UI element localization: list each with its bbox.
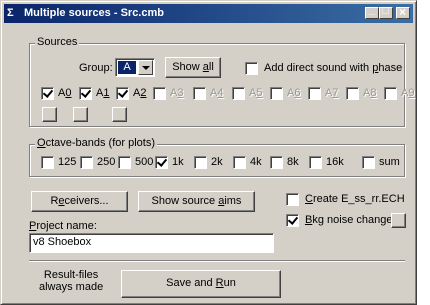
source-label-a6[interactable]: A6	[287, 87, 300, 99]
show-source-aims-button[interactable]: Show source aims	[138, 191, 255, 212]
minimize-button[interactable]: _	[365, 4, 379, 19]
group-select-value: A	[118, 61, 136, 74]
direct-sound-label[interactable]: Add direct sound with phase	[264, 62, 402, 74]
app-icon: Σ	[7, 7, 14, 19]
source-label-a8[interactable]: A8	[363, 87, 376, 99]
source-checkbox-a8[interactable]	[346, 87, 359, 100]
octave-band-checkbox-5[interactable]	[233, 156, 246, 169]
octave-band-label-1: 250	[97, 156, 116, 168]
maximize-button[interactable]: □	[379, 5, 393, 19]
result-note-line2: always made	[39, 281, 104, 293]
create-ech-label[interactable]: Create E_ss_rr.ECH	[305, 193, 405, 205]
group-label: Group:	[79, 62, 113, 74]
source-checkbox-a0[interactable]	[41, 87, 54, 100]
bkg-noise-checkbox[interactable]	[286, 214, 299, 227]
octave-band-checkbox-3[interactable]	[155, 156, 168, 169]
direct-sound-checkbox[interactable]	[245, 62, 258, 75]
close-button[interactable]: ×	[396, 5, 410, 19]
octave-band-label-7: 16k	[326, 156, 344, 168]
show-all-button[interactable]: Show all	[165, 57, 221, 78]
source-checkbox-a9[interactable]	[384, 87, 397, 100]
project-name-label: Project name:	[29, 220, 97, 232]
minimize-icon: _	[369, 4, 376, 16]
source-label-a9[interactable]: A9	[401, 87, 414, 99]
source-label-a7[interactable]: A7	[325, 87, 338, 99]
result-note-line1: Result-files	[43, 269, 99, 281]
sources-group-title: Sources	[35, 36, 80, 48]
bkg-noise-label[interactable]: Bkg noise change	[305, 214, 392, 226]
title-bar[interactable]: Σ Multiple sources - Src.cmb _ □ ×	[4, 4, 413, 23]
chevron-down-icon[interactable]	[138, 60, 153, 75]
source-label-a4[interactable]: A4	[210, 87, 223, 99]
source-label-a2[interactable]: A2	[133, 87, 146, 99]
show-all-label-post: ll	[208, 61, 214, 73]
window-title: Multiple sources - Src.cmb	[24, 7, 164, 19]
octave-band-checkbox-2[interactable]	[118, 156, 131, 169]
octave-band-label-0: 125	[58, 156, 77, 168]
octave-band-checkbox-6[interactable]	[270, 156, 283, 169]
source-label-a0[interactable]: A0	[58, 87, 71, 99]
project-name-field[interactable]: v8 Shoebox	[29, 233, 274, 253]
source-checkbox-a6[interactable]	[270, 87, 283, 100]
octave-band-label-3: 1k	[172, 156, 184, 168]
source-checkbox-a7[interactable]	[308, 87, 321, 100]
result-files-note: Result-files always made	[39, 269, 103, 293]
octave-band-checkbox-7[interactable]	[309, 156, 322, 169]
source-checkbox-a5[interactable]	[232, 87, 245, 100]
maximize-icon: □	[382, 5, 389, 17]
source-checkbox-a2[interactable]	[116, 87, 129, 100]
octave-band-checkbox-1[interactable]	[80, 156, 93, 169]
footer-separator	[29, 260, 405, 262]
receivers-button[interactable]: Receivers...	[31, 191, 128, 212]
create-ech-checkbox[interactable]	[286, 193, 299, 206]
octave-band-label-2: 500	[135, 156, 154, 168]
source-extra-button-2[interactable]	[73, 107, 88, 122]
source-checkbox-a1[interactable]	[79, 87, 92, 100]
save-and-run-button[interactable]: Save and Run	[121, 270, 281, 298]
source-label-a5[interactable]: A5	[249, 87, 262, 99]
octave-band-label-6: 8k	[287, 156, 299, 168]
octave-band-label-4: 2k	[211, 156, 223, 168]
octave-band-checkbox-4[interactable]	[194, 156, 207, 169]
multiple-sources-window: Σ Multiple sources - Src.cmb _ □ × Sourc…	[0, 0, 417, 305]
source-label-a3[interactable]: A3	[170, 87, 183, 99]
octave-band-checkbox-0[interactable]	[41, 156, 54, 169]
octave-band-checkbox-8[interactable]	[362, 156, 375, 169]
octave-bands-group-title: Octave-bands (for plots)	[35, 137, 157, 149]
octave-band-label-5: 4k	[250, 156, 262, 168]
source-extra-button-3[interactable]	[112, 107, 127, 122]
source-label-a1[interactable]: A1	[96, 87, 109, 99]
group-select[interactable]: A	[115, 58, 155, 77]
source-extra-button-1[interactable]	[42, 107, 57, 122]
show-all-label-pre: Show	[172, 61, 203, 73]
close-icon: ×	[399, 5, 407, 19]
source-checkbox-a4[interactable]	[193, 87, 206, 100]
source-checkbox-a3[interactable]	[153, 87, 166, 100]
bkg-noise-button[interactable]	[391, 213, 406, 228]
octave-band-label-8: sum	[379, 156, 400, 168]
